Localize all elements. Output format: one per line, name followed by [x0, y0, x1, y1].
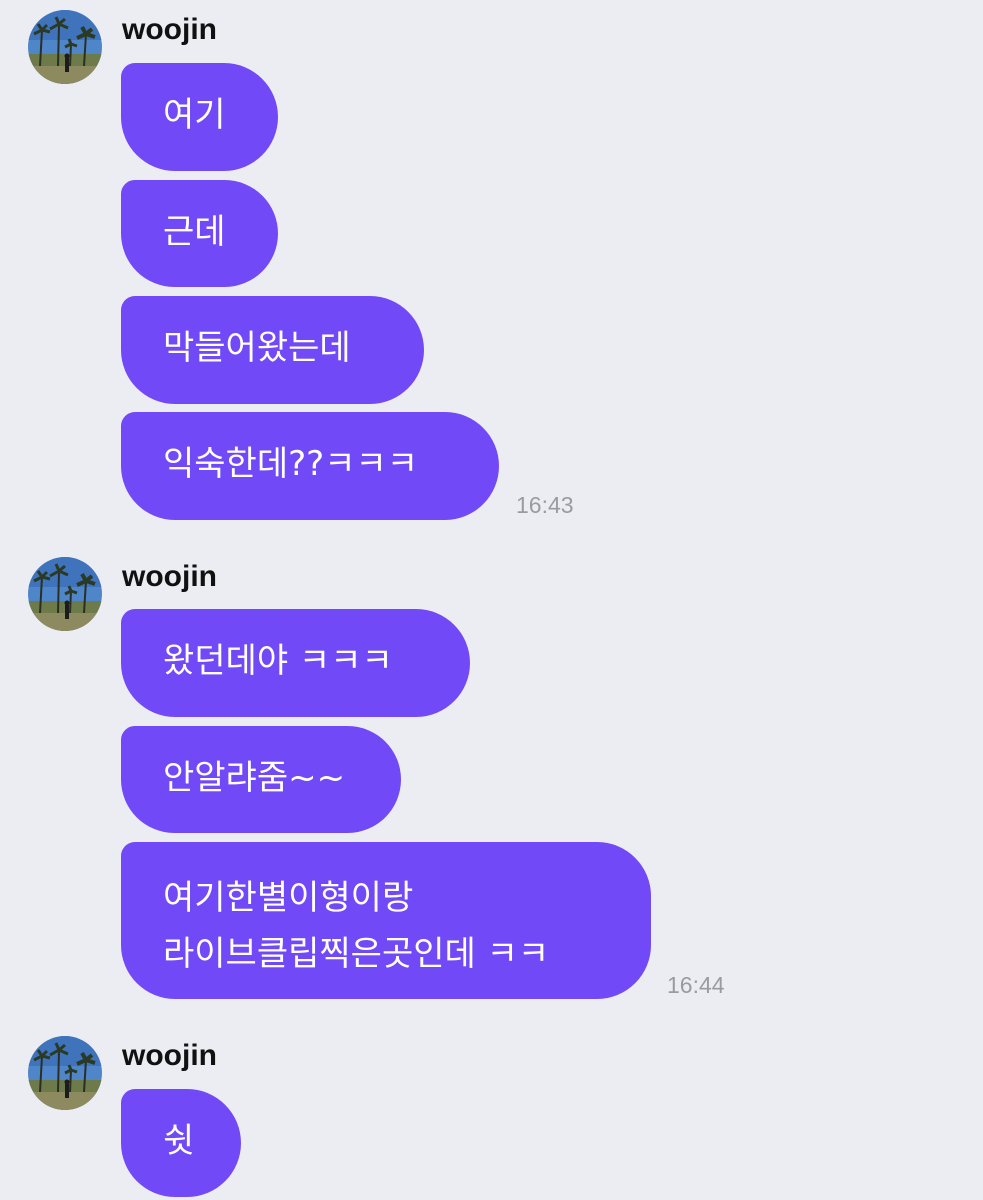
message-bubble[interactable]: 근데 [121, 180, 278, 287]
avatar[interactable] [28, 557, 102, 631]
palm-tree-photo-avatar-icon [28, 557, 102, 631]
avatar[interactable] [28, 1036, 102, 1110]
message-bubble[interactable]: 안알랴줌~~ [121, 726, 401, 833]
message-bubble[interactable]: 익숙한데??ㅋㅋㅋ [121, 412, 499, 520]
sender-name: woojin [122, 13, 217, 46]
palm-tree-photo-avatar-icon [28, 1036, 102, 1110]
message-bubble[interactable]: 여기한별이형이랑 라이브클립찍은곳인데 ㅋㅋ [121, 842, 651, 999]
message-timestamp: 16:43 [516, 492, 574, 518]
avatar[interactable] [28, 10, 102, 84]
message-timestamp: 16:44 [667, 972, 725, 998]
message-bubble[interactable]: 막들어왔는데 [121, 296, 424, 404]
sender-name: woojin [122, 560, 217, 593]
sender-name: woojin [122, 1039, 217, 1072]
message-bubble[interactable]: 여기 [121, 63, 278, 171]
message-bubble[interactable]: 왔던데야 ㅋㅋㅋ [121, 609, 470, 717]
message-bubble[interactable]: 쉿 [121, 1089, 241, 1197]
palm-tree-photo-avatar-icon [28, 10, 102, 84]
